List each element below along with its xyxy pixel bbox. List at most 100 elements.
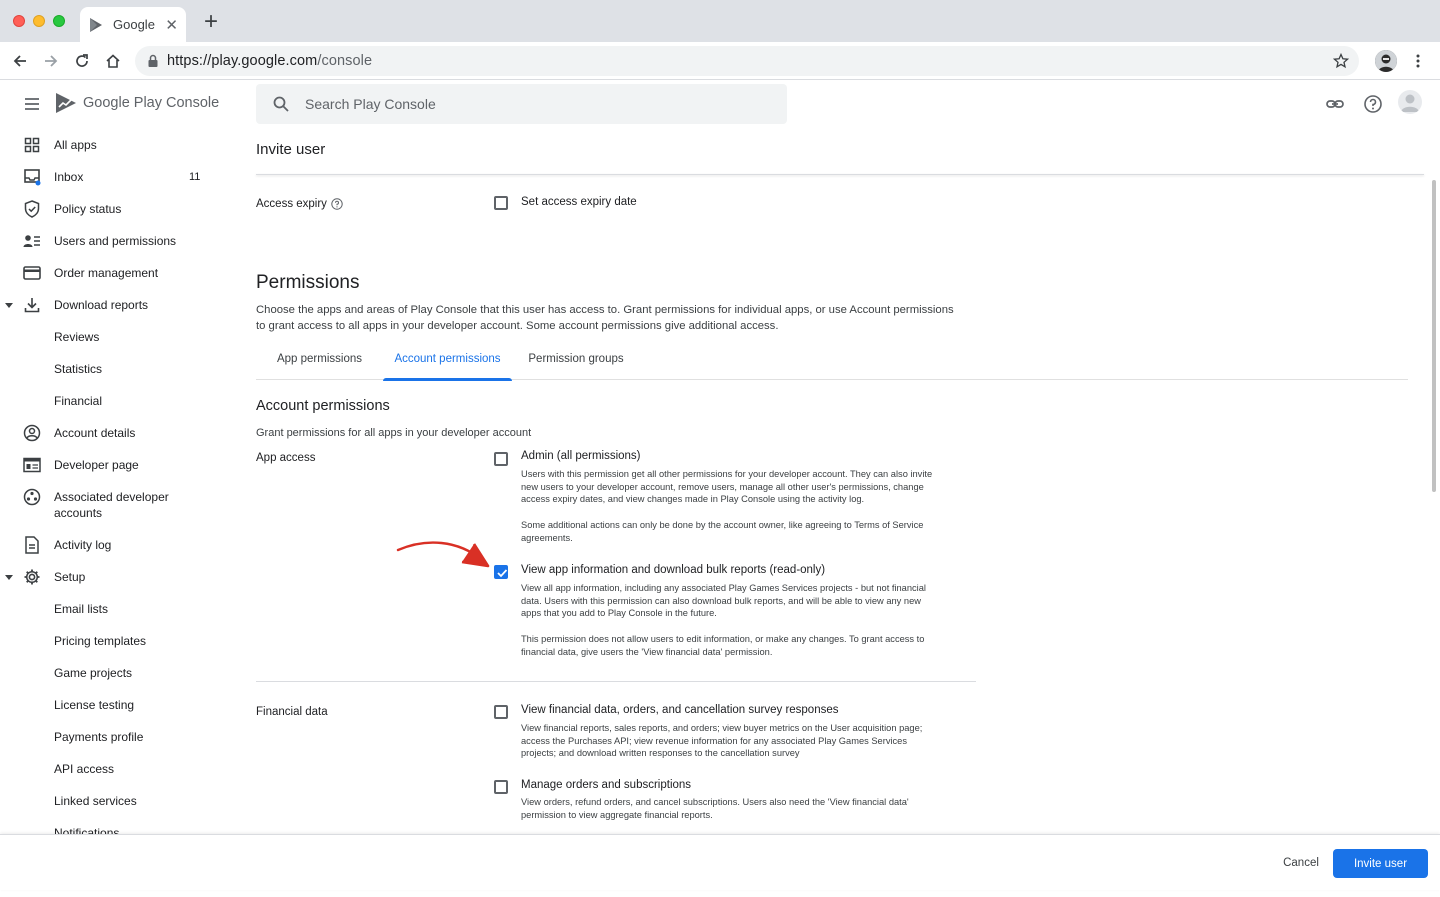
sidebar-item-account-details[interactable]: Account details: [0, 417, 230, 449]
menu-icon[interactable]: [22, 94, 42, 114]
permissions-description-line-2: to grant access to all apps in your deve…: [256, 320, 779, 332]
page-scrollbar[interactable]: [1432, 180, 1436, 492]
sidebar-item-order-management[interactable]: Order management: [0, 257, 230, 289]
tab-permission-groups[interactable]: Permission groups: [522, 352, 630, 380]
download-icon: [23, 296, 41, 314]
sidebar-item-payments-profile[interactable]: Payments profile: [0, 721, 230, 753]
access-expiry-checkbox[interactable]: [494, 196, 508, 210]
sidebar-item-label: License testing: [54, 698, 135, 712]
help-circle-icon[interactable]: [331, 198, 343, 210]
cancel-button[interactable]: Cancel: [1274, 849, 1328, 877]
gear-icon: [23, 568, 41, 586]
browser-menu-icon[interactable]: [1410, 51, 1426, 71]
play-console-favicon-icon: [88, 17, 104, 33]
sidebar-item-label: Order management: [54, 266, 159, 280]
new-tab-button[interactable]: +: [199, 10, 223, 35]
account-permissions-description: Grant permissions for all apps in your d…: [256, 427, 532, 439]
view-financial-description: View financial reports, sales reports, a…: [521, 723, 923, 759]
sidebar-item-activity-log[interactable]: Activity log: [0, 529, 230, 561]
annotation-arrow-icon: [396, 541, 490, 568]
forward-icon[interactable]: [41, 51, 61, 71]
address-bar[interactable]: https://play.google.com/console: [135, 46, 1359, 76]
sidebar-item-associated-developer-accounts[interactable]: Associated developer accounts: [0, 481, 230, 529]
play-console-logo-icon: [54, 91, 78, 115]
manage-orders-checkbox[interactable]: [494, 780, 508, 794]
view-financial-checkbox[interactable]: [494, 705, 508, 719]
sidebar-item-users-and-permissions[interactable]: Users and permissions: [0, 225, 230, 257]
sidebar-item-label: Reviews: [54, 330, 100, 344]
active-tab-indicator: [383, 378, 512, 381]
help-icon[interactable]: [1362, 93, 1384, 115]
admin-checkbox[interactable]: [494, 452, 508, 466]
window-close-button[interactable]: [13, 15, 25, 27]
admin-description: Users with this permission get all other…: [521, 469, 933, 543]
window-minimize-button[interactable]: [33, 15, 45, 27]
view-financial-label: View financial data, orders, and cancell…: [521, 704, 839, 716]
app-access-label: App access: [256, 452, 316, 464]
sidebar-item-notifications[interactable]: Notifications: [0, 817, 230, 834]
bookmark-star-icon[interactable]: [1333, 53, 1349, 69]
sidebar-item-email-lists[interactable]: Email lists: [0, 593, 230, 625]
sidebar-item-reviews[interactable]: Reviews: [0, 321, 230, 353]
sidebar-item-setup[interactable]: Setup: [0, 561, 230, 593]
sidebar-item-game-projects[interactable]: Game projects: [0, 657, 230, 689]
page-title: Invite user: [256, 141, 326, 158]
sidebar-item-label: Pricing templates: [54, 634, 147, 648]
back-icon[interactable]: [10, 51, 30, 71]
browser-toolbar: https://play.google.com/console: [0, 42, 1440, 80]
link-icon[interactable]: [1324, 93, 1346, 115]
home-icon[interactable]: [103, 51, 123, 71]
sidebar-item-linked-services[interactable]: Linked services: [0, 785, 230, 817]
play-console-logo[interactable]: Google Play Console: [54, 91, 219, 115]
sidebar-item-api-access[interactable]: API access: [0, 753, 230, 785]
sidebar-item-financial[interactable]: Financial: [0, 385, 230, 417]
account-avatar[interactable]: [1398, 90, 1422, 114]
main-content: Invite user Access expiry Set access exp…: [256, 128, 1426, 834]
sidebar-item-label: Notifications: [54, 826, 120, 834]
sidebar-item-label: Statistics: [54, 362, 103, 376]
web-page-icon: [23, 456, 41, 474]
lock-icon: [145, 53, 161, 69]
admin-label: Admin (all permissions): [521, 450, 641, 462]
action-footer: Cancel Invite user: [0, 834, 1440, 890]
permissions-heading: Permissions: [256, 272, 360, 293]
expand-caret-icon[interactable]: [5, 573, 13, 581]
browser-tab[interactable]: Google ✕: [80, 7, 186, 42]
tab-title: Google: [113, 17, 155, 32]
access-expiry-label: Access expiry: [256, 198, 343, 210]
sidebar-item-license-testing[interactable]: License testing: [0, 689, 230, 721]
sidebar-item-inbox[interactable]: Inbox 11: [0, 161, 230, 193]
expand-caret-icon[interactable]: [5, 301, 13, 309]
sidebar-item-statistics[interactable]: Statistics: [0, 353, 230, 385]
sidebar-item-label: Financial: [54, 394, 103, 408]
permissions-description-line-1: Choose the apps and areas of Play Consol…: [256, 304, 954, 316]
search-input[interactable]: Search Play Console: [256, 84, 787, 124]
logo-text: Google Play Console: [83, 95, 220, 111]
grid-icon: [23, 136, 41, 154]
tab-app-permissions[interactable]: App permissions: [268, 352, 371, 380]
view-app-info-label: View app information and download bulk r…: [521, 564, 826, 576]
sidebar-item-download-reports[interactable]: Download reports: [0, 289, 230, 321]
sidebar-item-label: Policy status: [54, 202, 122, 216]
manage-orders-description: View orders, refund orders, and cancel s…: [521, 797, 909, 820]
sidebar-item-label: Users and permissions: [54, 234, 177, 248]
sidebar-nav: All apps Inbox 11 Policy status Users an…: [0, 128, 240, 834]
view-app-info-checkbox[interactable]: [494, 565, 508, 579]
tab-account-permissions[interactable]: Account permissions: [383, 352, 512, 381]
sidebar-item-developer-page[interactable]: Developer page: [0, 449, 230, 481]
browser-profile-avatar[interactable]: [1375, 50, 1397, 72]
sidebar-item-pricing-templates[interactable]: Pricing templates: [0, 625, 230, 657]
window-zoom-button[interactable]: [53, 15, 65, 27]
tab-close-icon[interactable]: ✕: [165, 16, 178, 34]
reload-icon[interactable]: [72, 51, 92, 71]
sidebar-item-label: Associated developer accounts: [54, 490, 169, 520]
title-divider: [256, 174, 1424, 175]
users-icon: [23, 232, 41, 250]
sidebar-item-all-apps[interactable]: All apps: [0, 129, 230, 161]
linked-accounts-icon: [23, 488, 41, 506]
sidebar-item-policy-status[interactable]: Policy status: [0, 193, 230, 225]
search-icon: [272, 95, 290, 113]
sidebar-item-label: Game projects: [54, 666, 133, 680]
invite-user-button[interactable]: Invite user: [1333, 849, 1428, 878]
sidebar-item-label: All apps: [54, 138, 97, 152]
